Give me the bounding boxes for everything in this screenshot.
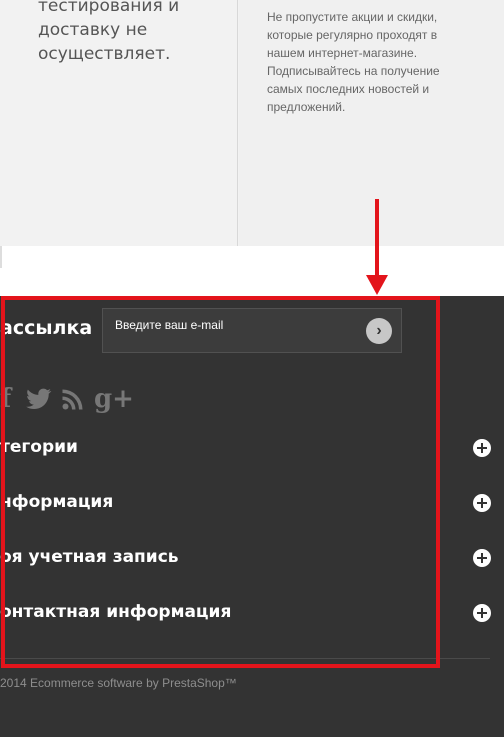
copyright-text: 2014 Ecommerce software by PrestaShop™ xyxy=(0,676,237,690)
info-column-right: Не пропустите акции и скидки, которые ре… xyxy=(239,0,504,246)
info-column-left: тестирования и доставку не осуществляет. xyxy=(0,0,238,246)
plus-icon[interactable] xyxy=(473,494,491,512)
plus-icon[interactable] xyxy=(473,549,491,567)
plus-icon[interactable] xyxy=(473,439,491,457)
highlight-arrow-icon xyxy=(366,275,388,295)
info-section: тестирования и доставку не осуществляет.… xyxy=(0,0,504,246)
delivery-text: тестирования и доставку не осуществляет. xyxy=(38,0,180,64)
highlight-box xyxy=(1,296,440,668)
plus-icon[interactable] xyxy=(473,604,491,622)
newsletter-promo-text: Не пропустите акции и скидки, которые ре… xyxy=(267,10,440,114)
highlight-arrow-shaft xyxy=(375,199,379,277)
section-gap xyxy=(0,246,504,296)
section-gap-strip xyxy=(0,246,2,268)
